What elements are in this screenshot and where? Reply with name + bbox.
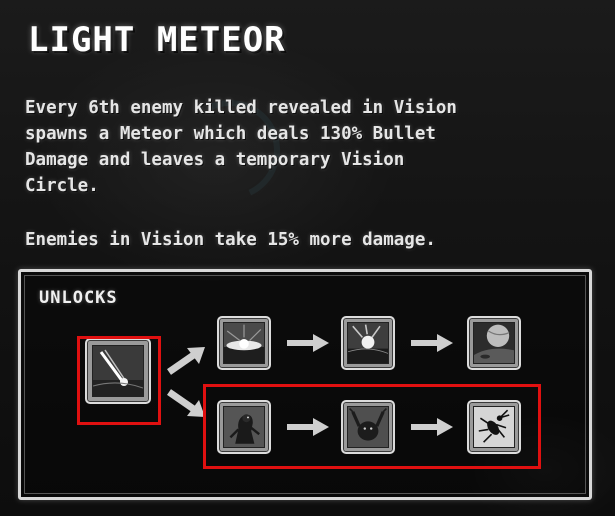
bottom-arrow-2	[409, 416, 455, 438]
hunched-creature-icon	[223, 406, 265, 448]
meteor-strike-icon	[92, 345, 144, 397]
unlocks-label: UNLOCKS	[39, 288, 118, 308]
description-line-3: Damage and leaves a temporary Vision	[25, 150, 405, 170]
top-arrow-2	[409, 332, 455, 354]
unlocks-panel: UNLOCKS	[18, 269, 592, 500]
ability-bonus-line: Enemies in Vision take 15% more damage.	[25, 230, 436, 250]
impact-flash-icon	[223, 322, 265, 364]
branch-down-arrow	[165, 388, 209, 420]
branch-up-arrow	[165, 344, 209, 376]
description-line-2: spawns a Meteor which deals 130% Bullet	[25, 124, 436, 144]
unlock-bottom-node-3[interactable]	[467, 400, 521, 454]
meteor-shower-icon	[347, 322, 389, 364]
planet-crater-icon	[473, 322, 515, 364]
ability-description: Every 6th enemy killed revealed in Visio…	[25, 95, 600, 199]
description-line-1: Every 6th enemy killed revealed in Visio…	[25, 98, 457, 118]
unlock-top-node-2[interactable]	[341, 316, 395, 370]
unlock-bottom-node-1[interactable]	[217, 400, 271, 454]
insect-bug-icon	[473, 406, 515, 448]
unlock-bottom-node-2[interactable]	[341, 400, 395, 454]
bottom-arrow-1	[285, 416, 331, 438]
ability-title: LIGHT METEOR	[28, 20, 286, 60]
unlock-top-node-1[interactable]	[217, 316, 271, 370]
top-arrow-1	[285, 332, 331, 354]
description-line-4: Circle.	[25, 176, 99, 196]
clawed-beast-icon	[347, 406, 389, 448]
unlock-root-node[interactable]	[85, 338, 151, 404]
unlock-top-node-3[interactable]	[467, 316, 521, 370]
